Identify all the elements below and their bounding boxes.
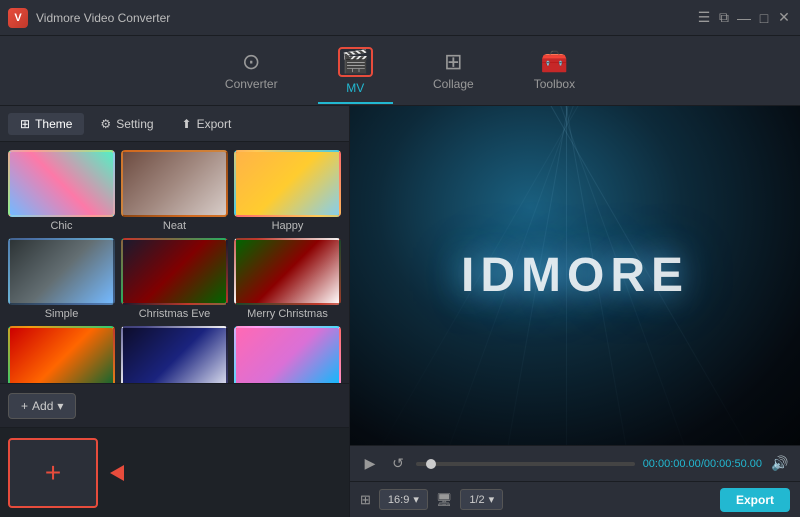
nav-label-mv: MV bbox=[346, 81, 364, 95]
theme-icon: ⊞ bbox=[20, 117, 30, 131]
theme-merry-christmas[interactable]: Merry Christmas bbox=[234, 238, 341, 320]
theme-neat[interactable]: Neat bbox=[121, 150, 228, 232]
theme-chic[interactable]: Chic bbox=[8, 150, 115, 232]
theme-stripes-waves[interactable]: Stripes & Waves bbox=[234, 326, 341, 383]
window-icon[interactable]: ⧉ bbox=[716, 10, 732, 26]
toolbox-icon: 🧰 bbox=[541, 51, 568, 73]
nav-item-toolbox[interactable]: 🧰 Toolbox bbox=[514, 43, 595, 99]
sub-nav: ⊞ Theme ⚙ Setting ⬆ Export bbox=[0, 106, 349, 142]
progress-dot bbox=[426, 459, 436, 469]
theme-grid: Chic Neat Happy Simple Christmas Eve Mer… bbox=[0, 142, 349, 383]
nav-label-collage: Collage bbox=[433, 77, 474, 91]
rewind-button[interactable]: ↺ bbox=[388, 454, 408, 474]
minimize-button[interactable]: — bbox=[736, 10, 752, 26]
theme-christmas-eve[interactable]: Christmas Eve bbox=[121, 238, 228, 320]
arrow-indicator bbox=[110, 465, 124, 481]
preview-area: IDMORE bbox=[350, 106, 800, 445]
add-chevron-icon: ▾ bbox=[57, 399, 63, 413]
ratio-chevron-icon: ▾ bbox=[413, 493, 419, 506]
export-icon: ⬆ bbox=[182, 117, 192, 131]
page-chevron-icon: ▾ bbox=[489, 493, 495, 506]
volume-button[interactable]: 🔊 bbox=[770, 454, 790, 474]
right-panel: IDMORE ▶ ↺ 00:00:00.00/00:00:50.00 🔊 ⊞ 1… bbox=[350, 106, 800, 517]
media-slot-add[interactable]: + bbox=[8, 438, 98, 508]
bottom-controls: ⊞ 16:9 ▾ 🖥 1/2 ▾ Export bbox=[350, 481, 800, 517]
monitor-icon: 🖥 bbox=[436, 492, 453, 508]
play-button[interactable]: ▶ bbox=[360, 454, 380, 474]
nav-item-collage[interactable]: ⊞ Collage bbox=[413, 43, 494, 99]
nav-label-toolbox: Toolbox bbox=[534, 77, 575, 91]
media-plus-icon: + bbox=[45, 459, 61, 487]
ratio-selector[interactable]: 16:9 ▾ bbox=[379, 489, 428, 510]
title-bar-controls: ☰ ⧉ — □ ✕ bbox=[696, 10, 792, 26]
theme-snowy-night[interactable]: Snowy Night bbox=[121, 326, 228, 383]
preview-watermark: IDMORE bbox=[461, 248, 689, 303]
nav-item-converter[interactable]: ⊙ Converter bbox=[205, 43, 298, 99]
settings-icon[interactable]: ☰ bbox=[696, 10, 712, 26]
playback-controls: ▶ ↺ 00:00:00.00/00:00:50.00 🔊 bbox=[350, 445, 800, 481]
preview-background: IDMORE bbox=[350, 106, 800, 445]
app-logo: V bbox=[8, 8, 28, 28]
sub-nav-theme[interactable]: ⊞ Theme bbox=[8, 113, 84, 135]
converter-icon: ⊙ bbox=[242, 51, 260, 73]
progress-bar[interactable] bbox=[416, 462, 635, 466]
export-button[interactable]: Export bbox=[720, 488, 790, 512]
nav-item-mv[interactable]: 🎬 MV bbox=[318, 39, 393, 103]
ratio-icon: ⊞ bbox=[360, 492, 371, 508]
media-strip: + bbox=[0, 427, 349, 517]
nav-label-converter: Converter bbox=[225, 77, 278, 91]
nav-bar: ⊙ Converter 🎬 MV ⊞ Collage 🧰 Toolbox bbox=[0, 36, 800, 106]
theme-santa-claus[interactable]: Santa Claus bbox=[8, 326, 115, 383]
sub-nav-export[interactable]: ⬆ Export bbox=[170, 113, 244, 135]
page-selector[interactable]: 1/2 ▾ bbox=[460, 489, 503, 510]
app-title: Vidmore Video Converter bbox=[36, 11, 170, 25]
mv-icon: 🎬 bbox=[342, 51, 369, 73]
theme-happy[interactable]: Happy bbox=[234, 150, 341, 232]
mv-icon-wrap: 🎬 bbox=[338, 47, 373, 77]
theme-simple[interactable]: Simple bbox=[8, 238, 115, 320]
add-area: + Add ▾ bbox=[0, 383, 349, 427]
maximize-button[interactable]: □ bbox=[756, 10, 772, 26]
sub-nav-setting[interactable]: ⚙ Setting bbox=[88, 113, 165, 135]
setting-icon: ⚙ bbox=[100, 117, 111, 131]
time-display: 00:00:00.00/00:00:50.00 bbox=[643, 458, 762, 470]
main-area: ⊞ Theme ⚙ Setting ⬆ Export Chic Neat bbox=[0, 106, 800, 517]
close-button[interactable]: ✕ bbox=[776, 10, 792, 26]
left-panel: ⊞ Theme ⚙ Setting ⬆ Export Chic Neat bbox=[0, 106, 350, 517]
title-bar: V Vidmore Video Converter ☰ ⧉ — □ ✕ bbox=[0, 0, 800, 36]
add-button[interactable]: + Add ▾ bbox=[8, 393, 76, 419]
collage-icon: ⊞ bbox=[444, 51, 462, 73]
add-plus-icon: + bbox=[21, 399, 28, 413]
title-bar-left: V Vidmore Video Converter bbox=[8, 8, 170, 28]
